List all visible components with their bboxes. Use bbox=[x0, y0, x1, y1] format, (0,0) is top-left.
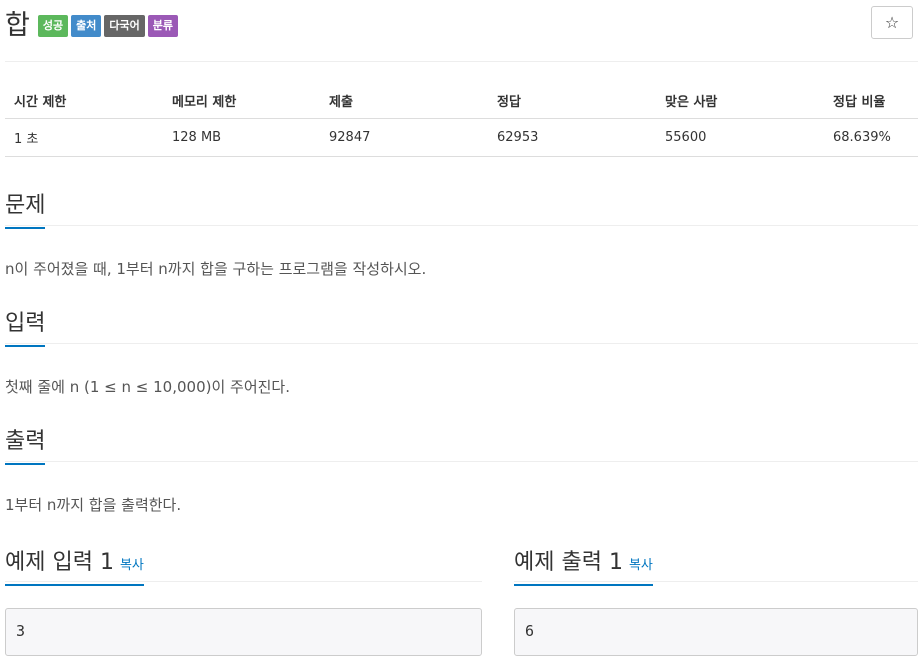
header-solvers: 맞은 사람 bbox=[656, 84, 824, 119]
section-divider bbox=[5, 225, 918, 226]
section-divider bbox=[5, 461, 918, 462]
value-memory-limit: 128 MB bbox=[163, 118, 320, 157]
value-accepted[interactable]: 62953 bbox=[488, 118, 656, 157]
input-section-heading: 입력 bbox=[5, 305, 46, 347]
problem-header: 합 성공 출처 다국어 분류 bbox=[5, 6, 181, 46]
badge-success[interactable]: 성공 bbox=[37, 15, 69, 37]
star-icon: ☆ bbox=[884, 13, 900, 32]
sample-output-heading: 예제 출력 1 복사 bbox=[514, 544, 653, 586]
sample-output-box[interactable]: 6 bbox=[514, 608, 918, 656]
badge-category[interactable]: 분류 bbox=[147, 15, 178, 37]
sample-input-heading: 예제 입력 1 복사 bbox=[5, 544, 144, 586]
section-divider bbox=[514, 581, 918, 582]
copy-input-link[interactable]: 복사 bbox=[120, 558, 144, 573]
header-accepted: 정답 bbox=[488, 84, 656, 119]
copy-output-link[interactable]: 복사 bbox=[629, 558, 653, 573]
sample-input-box[interactable]: 3 bbox=[5, 608, 482, 656]
input-description: 첫째 줄에 n (1 ≤ n ≤ 10,000)이 주어진다. bbox=[5, 378, 290, 396]
value-time-limit: 1 초 bbox=[5, 118, 163, 157]
table-header-row: 시간 제한 메모리 제한 제출 정답 맞은 사람 정답 비율 bbox=[5, 84, 918, 119]
header-time-limit: 시간 제한 bbox=[5, 84, 163, 119]
table-row: 1 초 128 MB 92847 62953 55600 68.639% bbox=[5, 118, 918, 157]
header-submissions: 제출 bbox=[320, 84, 488, 119]
badge-multilang[interactable]: 다국어 bbox=[104, 15, 145, 37]
section-divider bbox=[5, 581, 482, 582]
problem-description: n이 주어졌을 때, 1부터 n까지 합을 구하는 프로그램을 작성하시오. bbox=[5, 260, 427, 278]
output-description: 1부터 n까지 합을 출력한다. bbox=[5, 496, 182, 514]
badge-source[interactable]: 출처 bbox=[71, 15, 102, 37]
header-memory-limit: 메모리 제한 bbox=[163, 84, 320, 119]
problem-info-table: 시간 제한 메모리 제한 제출 정답 맞은 사람 정답 비율 1 초 128 M… bbox=[5, 84, 918, 157]
problem-section-heading: 문제 bbox=[5, 187, 46, 229]
header-accept-ratio: 정답 비율 bbox=[824, 84, 918, 119]
section-divider bbox=[5, 343, 918, 344]
output-section-heading: 출력 bbox=[5, 423, 46, 465]
header-divider bbox=[5, 61, 918, 62]
value-solvers[interactable]: 55600 bbox=[656, 118, 824, 157]
problem-title: 합 bbox=[5, 10, 30, 41]
value-accept-ratio: 68.639% bbox=[824, 118, 918, 157]
favorite-button[interactable]: ☆ bbox=[871, 6, 913, 39]
value-submissions[interactable]: 92847 bbox=[320, 118, 488, 157]
